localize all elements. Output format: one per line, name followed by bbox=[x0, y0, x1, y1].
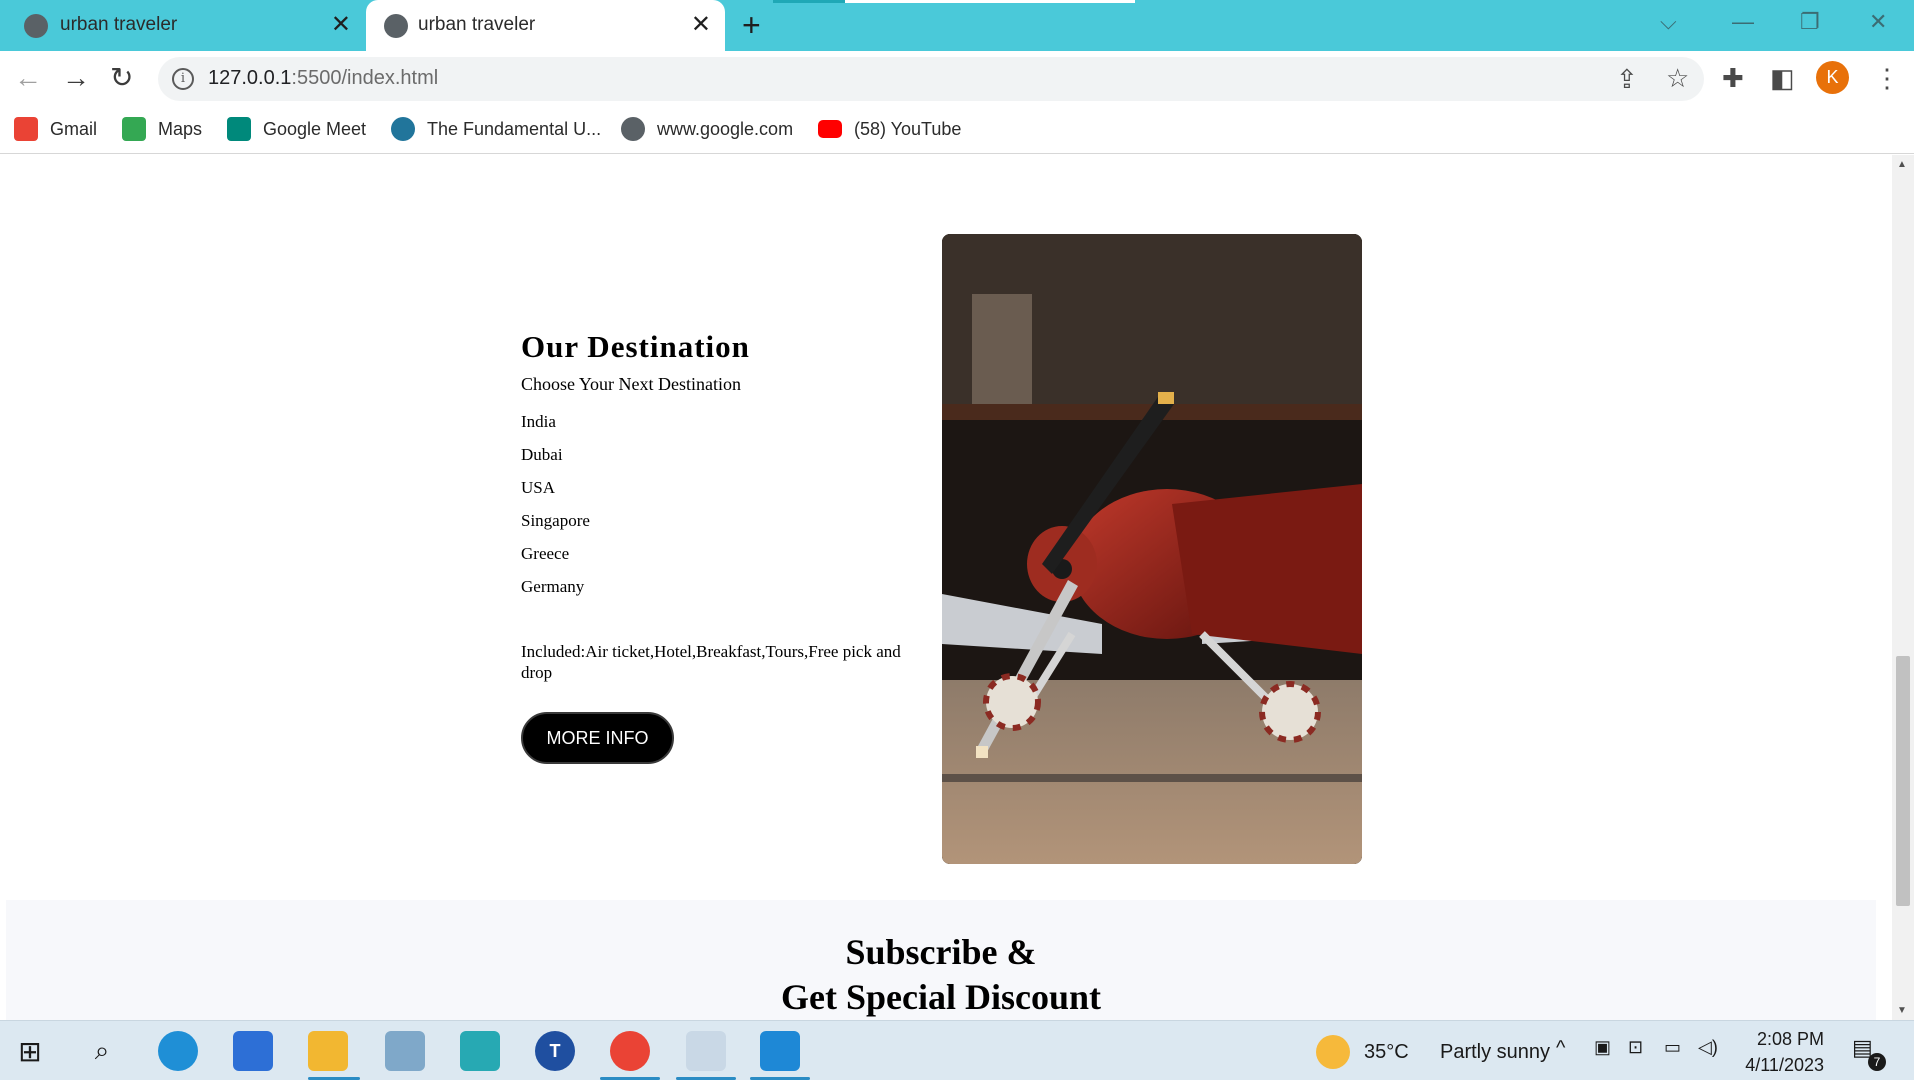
clock-date: 4/11/2023 bbox=[1745, 1055, 1824, 1075]
bookmark-label: Maps bbox=[158, 118, 203, 139]
gmail-icon bbox=[14, 117, 38, 141]
laptop-icon[interactable] bbox=[385, 1031, 425, 1071]
tab-title: urban traveler bbox=[418, 14, 536, 35]
address-bar[interactable]: i 127.0.0.1:5500/index.html ⇪ ☆ bbox=[158, 57, 1704, 101]
airplane-photo bbox=[942, 234, 1362, 864]
destination-list: India Dubai USA Singapore Greece Germany bbox=[521, 412, 590, 610]
weather-desc[interactable]: Partly sunny bbox=[1440, 1041, 1550, 1064]
meet-icon bbox=[227, 117, 251, 141]
scroll-down-icon[interactable]: ▼ bbox=[1897, 1005, 1907, 1016]
wordpress-icon bbox=[391, 117, 415, 141]
globe-icon bbox=[621, 117, 645, 141]
network-icon[interactable]: ⊡ bbox=[1628, 1037, 1643, 1058]
destination-item: India bbox=[521, 412, 556, 431]
subscribe-heading: Subscribe & Get Special Discount bbox=[6, 930, 1876, 1020]
bookmark-fundamental[interactable]: The Fundamental U... bbox=[391, 116, 601, 142]
chevron-up-icon[interactable]: ^ bbox=[1556, 1037, 1565, 1060]
scrollbar-thumb[interactable] bbox=[1896, 656, 1910, 906]
subscribe-line-1: Subscribe & bbox=[845, 932, 1037, 972]
bookmark-maps[interactable]: Maps bbox=[122, 116, 202, 142]
scroll-up-icon[interactable]: ▲ bbox=[1897, 159, 1907, 170]
bookmark-label: The Fundamental U... bbox=[427, 118, 602, 139]
destination-subheading: Choose Your Next Destination bbox=[521, 374, 741, 394]
browser-tab-2[interactable]: urban traveler ✕ bbox=[366, 0, 725, 51]
close-icon[interactable]: ✕ bbox=[691, 11, 711, 39]
destination-item: Germany bbox=[521, 577, 585, 596]
bookmark-gmail[interactable]: Gmail bbox=[14, 116, 97, 142]
star-icon[interactable]: ☆ bbox=[1666, 61, 1689, 95]
tab-strip: urban traveler ✕ urban traveler ✕ + ⌵ — … bbox=[0, 0, 1914, 51]
menu-icon[interactable]: ⋮ bbox=[1874, 61, 1900, 95]
airplane-illustration bbox=[942, 234, 1362, 864]
back-icon[interactable]: ← bbox=[14, 63, 42, 93]
info-icon[interactable]: i bbox=[172, 68, 194, 90]
bookmark-youtube[interactable]: (58) YouTube bbox=[818, 116, 961, 142]
snipping-tool-icon[interactable] bbox=[686, 1031, 726, 1071]
subscribe-line-2: Get Special Discount bbox=[781, 977, 1101, 1017]
chrome-icon[interactable] bbox=[610, 1031, 650, 1071]
new-tab-button[interactable]: + bbox=[742, 8, 761, 42]
extensions-icon[interactable]: ✚ bbox=[1722, 61, 1744, 95]
side-panel-icon[interactable]: ◧ bbox=[1770, 61, 1795, 95]
window-close-icon[interactable]: ✕ bbox=[1869, 8, 1887, 36]
browser-tab-1[interactable]: urban traveler ✕ bbox=[0, 0, 365, 51]
globe-icon bbox=[24, 14, 48, 38]
page-viewport: Our Destination Choose Your Next Destina… bbox=[0, 155, 1892, 1020]
page-scrollbar[interactable]: ▲ ▼ bbox=[1892, 155, 1914, 1020]
file-explorer-icon[interactable] bbox=[308, 1031, 348, 1071]
bookmark-label: www.google.com bbox=[657, 118, 794, 139]
edge-icon[interactable] bbox=[158, 1031, 198, 1071]
bookmark-google[interactable]: www.google.com bbox=[621, 116, 793, 142]
typora-icon[interactable]: T bbox=[535, 1031, 575, 1071]
tab-search-icon[interactable]: ⌵ bbox=[1660, 8, 1677, 36]
notification-badge: 7 bbox=[1868, 1053, 1886, 1071]
url-path: :5500/index.html bbox=[291, 67, 439, 89]
url-host: 127.0.0.1 bbox=[208, 67, 292, 89]
bookmark-google-meet[interactable]: Google Meet bbox=[227, 116, 366, 142]
profile-avatar[interactable]: K bbox=[1816, 61, 1849, 94]
destination-item: Greece bbox=[521, 544, 570, 563]
battery-icon[interactable]: ▭ bbox=[1664, 1037, 1681, 1058]
minimize-icon[interactable]: — bbox=[1732, 8, 1754, 36]
included-text: Included:Air ticket,Hotel,Breakfast,Tour… bbox=[521, 642, 901, 682]
bookmark-label: (58) YouTube bbox=[854, 118, 962, 139]
destination-heading: Our Destination bbox=[521, 329, 750, 364]
youtube-icon bbox=[818, 120, 842, 138]
maps-icon bbox=[122, 117, 146, 141]
store-icon[interactable] bbox=[233, 1031, 273, 1071]
bookmark-label: Google Meet bbox=[263, 118, 367, 139]
windows-start-icon[interactable]: ⊞ bbox=[10, 1031, 50, 1071]
destination-item: Singapore bbox=[521, 511, 590, 530]
reload-icon[interactable]: ↻ bbox=[110, 63, 133, 93]
system-clock[interactable]: 2:08 PM 4/11/2023 bbox=[1728, 1026, 1824, 1078]
forward-icon[interactable]: → bbox=[62, 63, 90, 93]
clock-time: 2:08 PM bbox=[1756, 1029, 1824, 1049]
weather-icon[interactable] bbox=[1316, 1035, 1350, 1069]
volume-icon[interactable]: ◁) bbox=[1698, 1037, 1718, 1058]
loading-indicator bbox=[773, 0, 1135, 3]
bookmarks-bar: Gmail Maps Google Meet The Fundamental U… bbox=[0, 106, 1914, 154]
globe-icon bbox=[384, 14, 408, 38]
more-info-button[interactable]: MORE INFO bbox=[521, 712, 674, 764]
vscode-icon[interactable] bbox=[760, 1031, 800, 1071]
share-icon[interactable]: ⇪ bbox=[1616, 62, 1638, 96]
subscribe-section: Subscribe & Get Special Discount bbox=[6, 900, 1876, 1020]
tab-title: urban traveler bbox=[60, 14, 178, 35]
browser-toolbar: ← → ↻ i 127.0.0.1:5500/index.html ⇪ ☆ ✚ … bbox=[0, 51, 1914, 106]
windows-taskbar: ⊞ ⌕ T 35°C Partly sunny ^ ▣ ⊡ ▭ ◁) 2:08 … bbox=[0, 1020, 1914, 1080]
search-icon[interactable]: ⌕ bbox=[82, 1031, 122, 1071]
destination-item: USA bbox=[521, 478, 556, 497]
weather-temp[interactable]: 35°C bbox=[1364, 1041, 1409, 1064]
url-text[interactable]: 127.0.0.1:5500/index.html bbox=[208, 67, 438, 90]
app-icon[interactable] bbox=[460, 1031, 500, 1071]
restore-icon[interactable]: ❐ bbox=[1800, 8, 1820, 36]
close-icon[interactable]: ✕ bbox=[331, 11, 351, 39]
destination-item: Dubai bbox=[521, 445, 563, 464]
bookmark-label: Gmail bbox=[50, 118, 98, 139]
meet-now-icon[interactable]: ▣ bbox=[1594, 1037, 1611, 1058]
